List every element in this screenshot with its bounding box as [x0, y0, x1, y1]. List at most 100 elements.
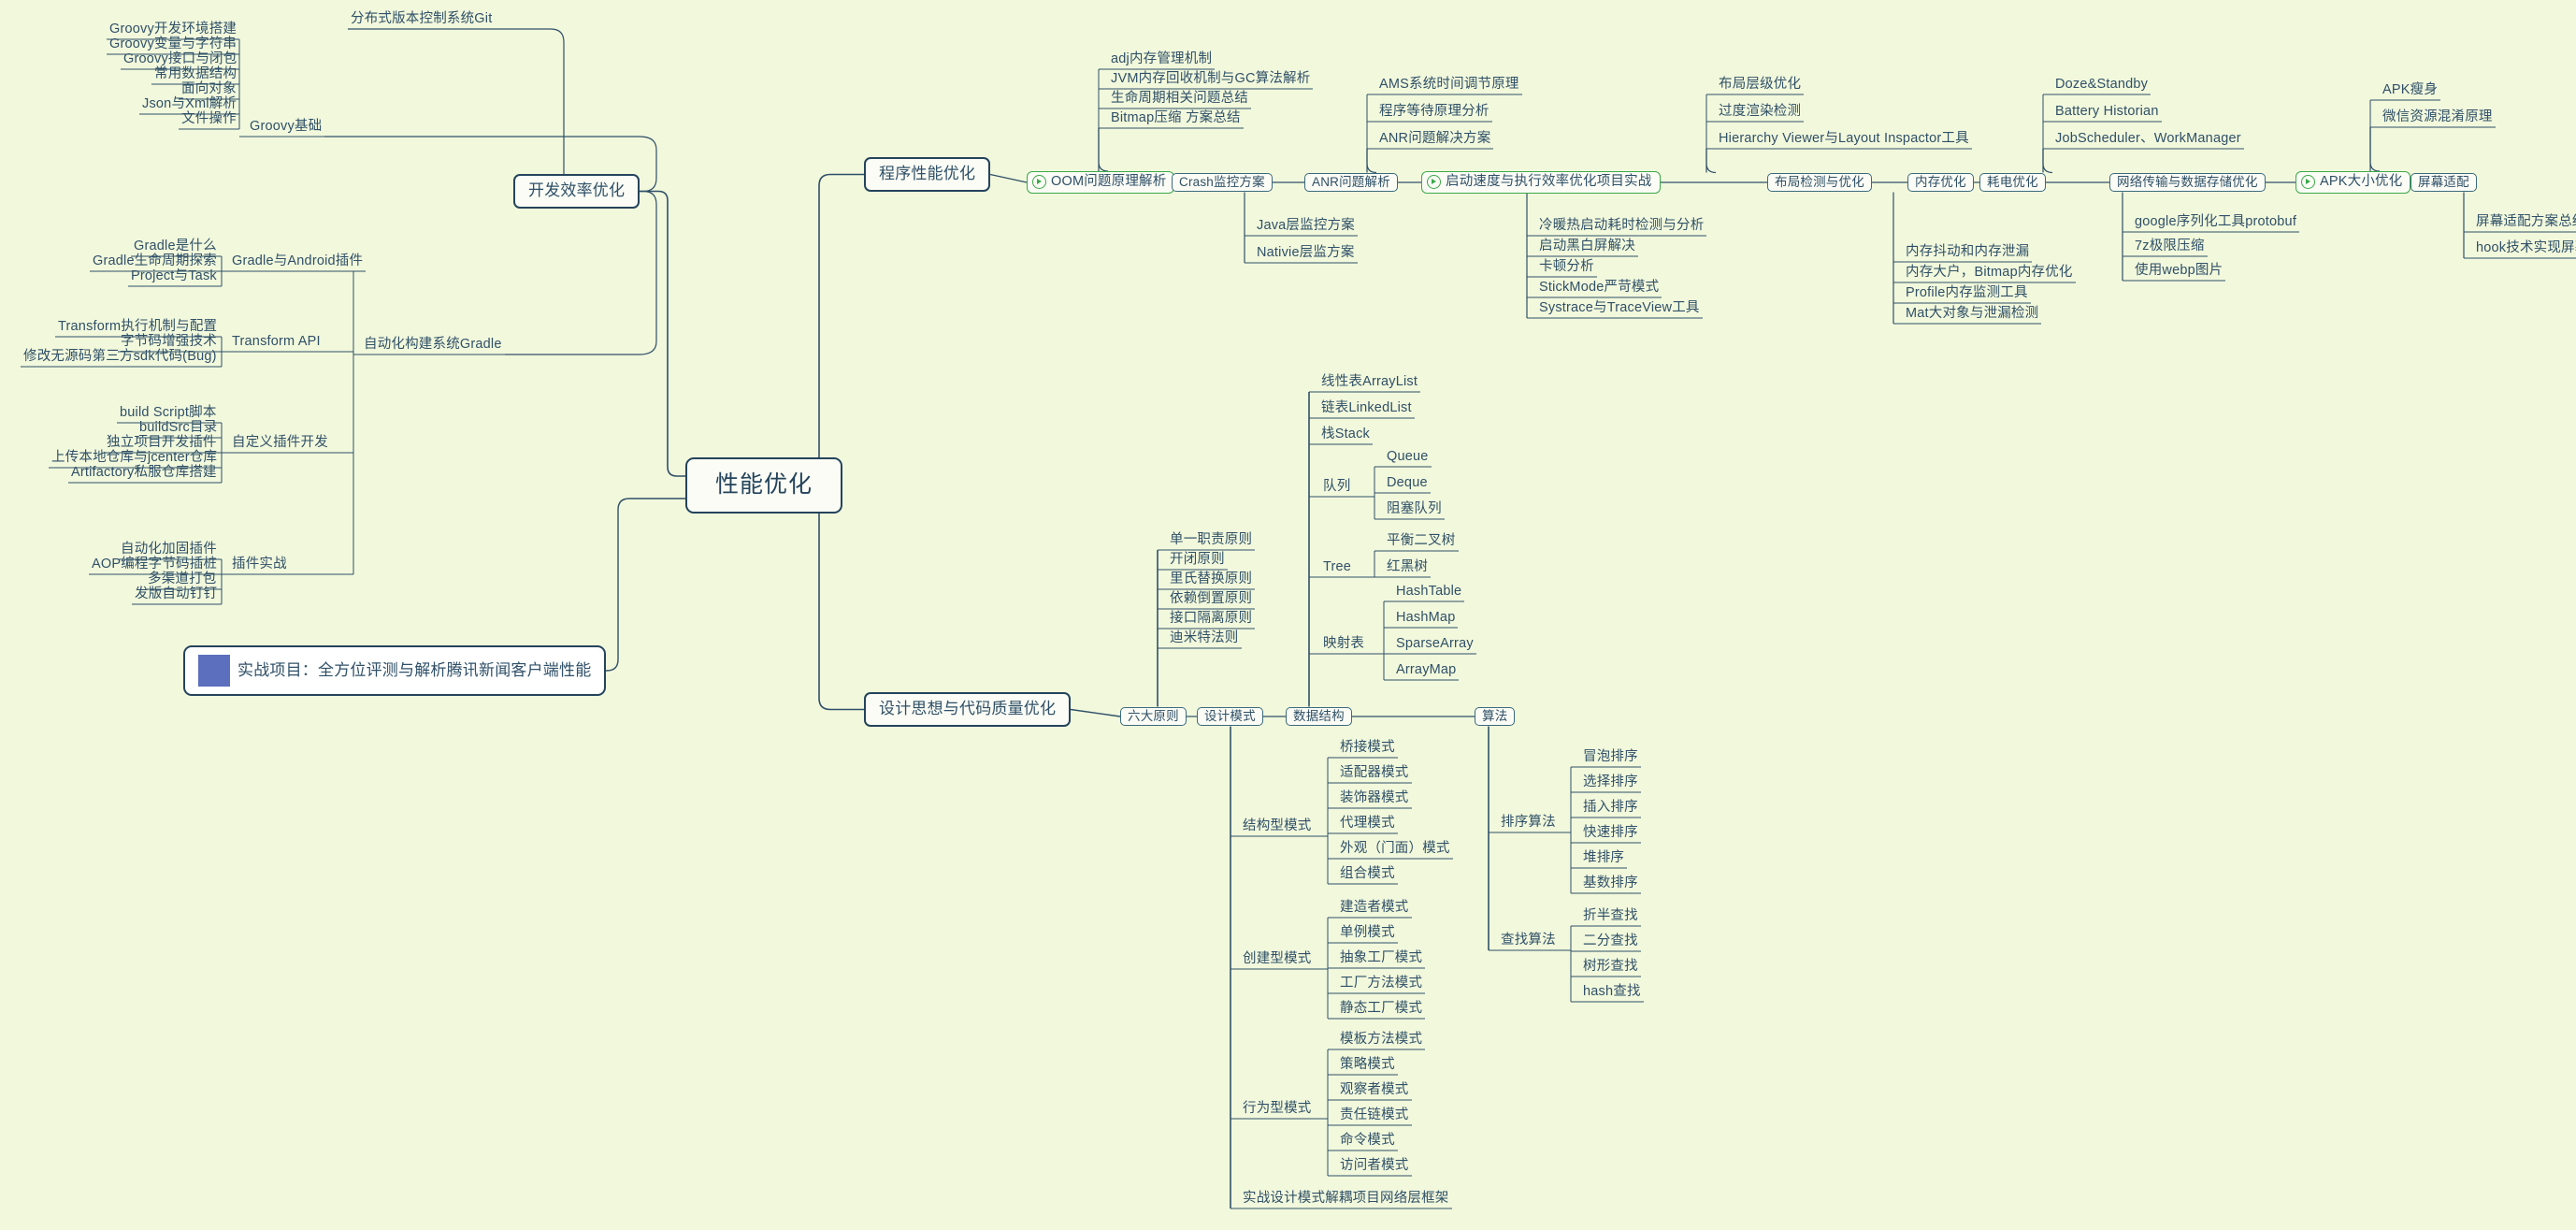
node-pattern-group[interactable]: 创建型模式 [1240, 951, 1315, 968]
mindmap-leaf[interactable]: 选择排序 [1580, 774, 1641, 791]
mindmap-leaf[interactable]: 平衡二叉树 [1384, 533, 1459, 550]
node-algo-group[interactable]: 排序算法 [1498, 815, 1559, 832]
leaf-datastructure[interactable]: 链表LinkedList [1318, 400, 1415, 417]
mindmap-leaf[interactable]: JobScheduler、WorkManager [2052, 131, 2244, 148]
mindmap-leaf[interactable]: Systrace与TraceView工具 [1536, 300, 1703, 317]
mindmap-leaf[interactable]: 建造者模式 [1337, 900, 1412, 917]
mindmap-leaf[interactable]: 快速排序 [1580, 825, 1641, 842]
mindmap-leaf[interactable]: 命令模式 [1337, 1133, 1398, 1150]
mindmap-leaf[interactable]: 过度渲染检测 [1716, 104, 1804, 121]
mindmap-leaf[interactable]: 启动黑白屏解决 [1536, 239, 1638, 255]
mindmap-leaf[interactable]: 微信资源混淆原理 [2380, 109, 2496, 126]
mindmap-leaf[interactable]: 桥接模式 [1337, 740, 1398, 757]
mindmap-leaf[interactable]: 抽象工厂模式 [1337, 950, 1425, 967]
mindmap-leaf[interactable]: 折半查找 [1580, 908, 1641, 925]
mindmap-leaf[interactable]: AMS系统时间调节原理 [1376, 77, 1522, 94]
mindmap-leaf[interactable]: 观察者模式 [1337, 1082, 1412, 1099]
mindmap-leaf[interactable]: Artifactory私服仓库搭建 [68, 465, 220, 482]
mindmap-leaf[interactable]: 开闭原则 [1167, 552, 1228, 569]
mindmap-leaf[interactable]: hook技术实现屏幕完全适配 [2473, 240, 2576, 257]
mindmap-leaf[interactable]: HashTable [1393, 584, 1464, 601]
mindmap-leaf[interactable]: 迪米特法则 [1167, 630, 1242, 647]
node-gradle-group[interactable]: Transform API [229, 334, 324, 351]
mindmap-leaf[interactable]: 模板方法模式 [1337, 1032, 1425, 1049]
mindmap-leaf[interactable]: 里氏替换原则 [1167, 572, 1255, 588]
mindmap-leaf[interactable]: 接口隔离原则 [1167, 611, 1255, 628]
mindmap-leaf[interactable]: 二分查找 [1580, 933, 1641, 950]
node-pattern-group[interactable]: 行为型模式 [1240, 1101, 1315, 1118]
chain-node-0[interactable]: OOM问题原理解析 [1027, 171, 1175, 194]
design-chain-node-1[interactable]: 设计模式 [1197, 706, 1263, 727]
mindmap-leaf[interactable]: Project与Task [128, 268, 220, 285]
chain-node-3[interactable]: 启动速度与执行效率优化项目实战 [1421, 171, 1661, 194]
mindmap-leaf[interactable]: 访问者模式 [1337, 1158, 1412, 1175]
mindmap-leaf[interactable]: StickMode严苛模式 [1536, 280, 1662, 297]
mindmap-leaf[interactable]: 红黑树 [1384, 559, 1431, 576]
mindmap-leaf[interactable]: 屏幕适配方案总结 [2473, 214, 2576, 231]
mindmap-leaf[interactable]: 静态工厂模式 [1337, 1001, 1425, 1018]
mindmap-leaf[interactable]: 冷暖热启动耗时检测与分析 [1536, 218, 1706, 235]
mindmap-leaf[interactable]: ArrayMap [1393, 662, 1459, 679]
node-gradle-group[interactable]: 自定义插件开发 [229, 435, 331, 452]
mindmap-leaf[interactable]: ANR问题解决方案 [1376, 131, 1493, 148]
mindmap-leaf[interactable]: 内存抖动和内存泄漏 [1903, 244, 2032, 261]
chain-node-6[interactable]: 耗电优化 [1979, 172, 2046, 193]
mindmap-leaf[interactable]: APK瘦身 [2380, 82, 2440, 99]
leaf-datastructure[interactable]: 线性表ArrayList [1318, 374, 1420, 391]
mindmap-leaf[interactable]: 装饰器模式 [1337, 790, 1412, 807]
mindmap-leaf[interactable]: 程序等待原理分析 [1376, 104, 1492, 121]
mindmap-leaf[interactable]: 卡顿分析 [1536, 259, 1597, 276]
leaf-pattern-practice[interactable]: 实战设计模式解耦项目网络层框架 [1240, 1191, 1452, 1208]
chain-node-4[interactable]: 布局检测与优化 [1767, 172, 1872, 193]
mindmap-leaf[interactable]: 插入排序 [1580, 800, 1641, 817]
design-chain-node-2[interactable]: 数据结构 [1286, 706, 1352, 727]
mindmap-leaf[interactable]: 冒泡排序 [1580, 749, 1641, 766]
node-ds-group[interactable]: Tree [1320, 559, 1354, 576]
mindmap-leaf[interactable]: Nativie层监方案 [1254, 245, 1358, 262]
mindmap-leaf[interactable]: 基数排序 [1580, 875, 1641, 892]
branch-program-performance[interactable]: 程序性能优化 [864, 157, 991, 192]
design-chain-node-3[interactable]: 算法 [1475, 706, 1516, 727]
mindmap-leaf[interactable]: 内存大户，Bitmap内存优化 [1903, 265, 2076, 282]
branch-design-quality[interactable]: 设计思想与代码质量优化 [864, 692, 1072, 727]
mindmap-leaf[interactable]: Bitmap压缩 方案总结 [1108, 110, 1244, 127]
mindmap-leaf[interactable]: 使用webp图片 [2132, 263, 2225, 280]
branch-dev-efficiency[interactable]: 开发效率优化 [513, 174, 640, 209]
mindmap-leaf[interactable]: adj内存管理机制 [1108, 51, 1215, 68]
chain-node-1[interactable]: Crash监控方案 [1172, 172, 1273, 193]
mindmap-leaf[interactable]: 策略模式 [1337, 1057, 1398, 1074]
chain-node-2[interactable]: ANR问题解析 [1304, 172, 1398, 193]
mindmap-leaf[interactable]: 树形查找 [1580, 959, 1641, 976]
mindmap-leaf[interactable]: 单一职责原则 [1167, 532, 1255, 549]
mindmap-leaf[interactable]: 堆排序 [1580, 850, 1627, 867]
mindmap-leaf[interactable]: 代理模式 [1337, 816, 1398, 832]
node-ds-group[interactable]: 队列 [1320, 479, 1353, 496]
node-ds-group[interactable]: 映射表 [1320, 636, 1367, 653]
mindmap-leaf[interactable]: google序列化工具protobuf [2132, 214, 2299, 231]
mindmap-leaf[interactable]: 修改无源码第三方sdk代码(Bug) [21, 349, 220, 366]
mindmap-leaf[interactable]: SparseArray [1393, 636, 1476, 653]
mindmap-leaf[interactable]: 生命周期相关问题总结 [1108, 91, 1251, 108]
root-node[interactable]: 性能优化 [685, 457, 843, 514]
chain-node-7[interactable]: 网络传输与数据存储优化 [2109, 172, 2266, 193]
mindmap-leaf[interactable]: 工厂方法模式 [1337, 976, 1425, 992]
chain-node-9[interactable]: 屏幕适配 [2411, 172, 2477, 193]
mindmap-leaf[interactable]: 责任链模式 [1337, 1107, 1412, 1124]
mindmap-leaf[interactable]: 阻塞队列 [1384, 501, 1445, 518]
node-gradle-group[interactable]: Gradle与Android插件 [229, 253, 366, 270]
mindmap-leaf[interactable]: Doze&Standby [2052, 77, 2151, 94]
project-node[interactable]: 实战项目：全方位评测与解析腾讯新闻客户端性能 [183, 645, 607, 696]
mindmap-leaf[interactable]: Java层监控方案 [1254, 218, 1358, 235]
chain-node-5[interactable]: 内存优化 [1907, 172, 1974, 193]
mindmap-leaf[interactable]: 外观（门面）模式 [1337, 841, 1453, 858]
chain-node-8[interactable]: APK大小优化 [2295, 171, 2411, 194]
mindmap-leaf[interactable]: 依赖倒置原则 [1167, 591, 1255, 608]
mindmap-leaf[interactable]: 单例模式 [1337, 925, 1398, 942]
mindmap-leaf[interactable]: Queue [1384, 449, 1432, 466]
mindmap-leaf[interactable]: Battery Historian [2052, 104, 2162, 121]
mindmap-leaf[interactable]: hash查找 [1580, 984, 1644, 1001]
node-gradle-group[interactable]: 插件实战 [229, 557, 290, 573]
leaf-git[interactable]: 分布式版本控制系统Git [348, 11, 495, 28]
mindmap-leaf[interactable]: 发版自动钉钉 [132, 586, 220, 603]
node-groovy-basics[interactable]: Groovy基础 [247, 119, 324, 136]
